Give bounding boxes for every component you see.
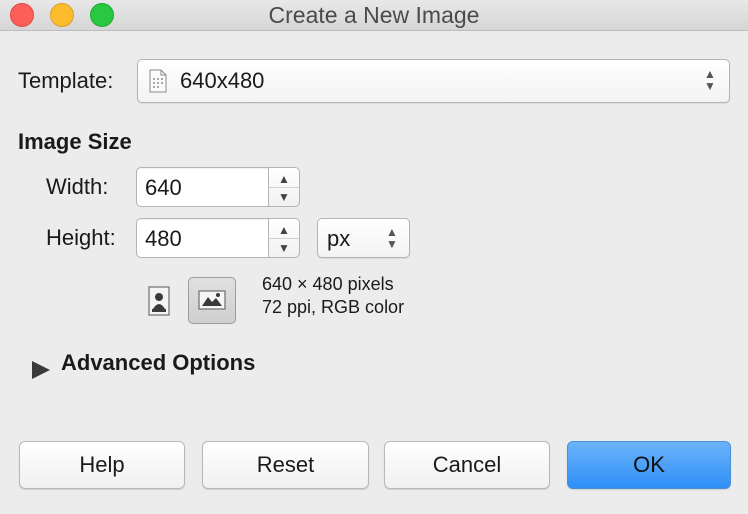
stepper-up-icon[interactable]: ▲ [269, 173, 299, 185]
image-dimensions-text: 640 × 480 pixels [262, 274, 394, 294]
reset-button[interactable]: Reset [202, 441, 369, 489]
template-select[interactable]: 640x480 ▲ ▼ [137, 59, 730, 103]
height-input[interactable]: 480 [136, 218, 270, 258]
select-arrows-icon: ▲ ▼ [704, 67, 716, 93]
help-button[interactable]: Help [19, 441, 185, 489]
stepper-down-icon[interactable]: ▼ [269, 191, 299, 203]
unit-value: px [327, 226, 351, 251]
cancel-button[interactable]: Cancel [384, 441, 550, 489]
document-icon [148, 69, 168, 93]
height-stepper[interactable]: ▲ ▼ [268, 218, 300, 258]
width-input[interactable]: 640 [136, 167, 270, 207]
height-value: 480 [145, 226, 182, 251]
window-title: Create a New Image [268, 2, 480, 28]
width-stepper[interactable]: ▲ ▼ [268, 167, 300, 207]
template-label: Template: [18, 68, 114, 93]
height-label: Height: [46, 225, 116, 250]
stepper-up-icon[interactable]: ▲ [269, 224, 299, 236]
template-value: 640x480 [180, 68, 265, 93]
portrait-icon [146, 286, 172, 322]
select-arrows-icon: ▲ ▼ [386, 225, 398, 251]
stepper-down-icon[interactable]: ▼ [269, 242, 299, 254]
portrait-button[interactable] [146, 284, 172, 318]
image-resolution-text: 72 ppi, RGB color [262, 297, 405, 317]
width-label: Width: [46, 174, 109, 199]
ok-button[interactable]: OK [567, 441, 731, 489]
disclosure-triangle-icon [30, 359, 52, 386]
width-value: 640 [145, 175, 182, 200]
landscape-icon [197, 288, 227, 317]
image-info: 640 × 480 pixels 72 ppi, RGB color [262, 273, 404, 319]
landscape-button[interactable] [188, 277, 236, 324]
image-size-heading: Image Size [18, 129, 132, 154]
unit-select[interactable]: px ▲ ▼ [317, 218, 410, 258]
advanced-options-toggle[interactable]: Advanced Options [28, 350, 278, 386]
advanced-options-label: Advanced Options [61, 350, 256, 375]
title-bar: Create a New Image [0, 0, 748, 31]
